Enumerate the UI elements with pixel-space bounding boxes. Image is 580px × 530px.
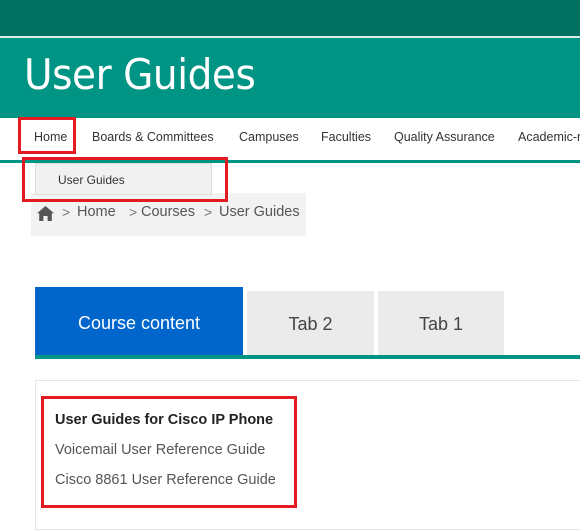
main-nav: Home Boards & Committees Campuses Facult… — [0, 118, 580, 160]
nav-item-campuses[interactable]: Campuses — [239, 130, 299, 144]
page-title: User Guides — [24, 50, 256, 99]
tab-2[interactable]: Tab 2 — [247, 291, 374, 355]
page-header: User Guides — [0, 38, 580, 118]
breadcrumb-separator: > — [204, 204, 213, 220]
highlight-dropdown — [22, 157, 228, 202]
tab-1[interactable]: Tab 1 — [378, 291, 504, 355]
tab-label: Course content — [77, 313, 201, 333]
home-icon[interactable] — [37, 206, 54, 221]
tab-label: Tab 2 — [288, 314, 333, 334]
breadcrumb-separator: > — [129, 204, 138, 220]
tabs-underline — [35, 355, 580, 359]
nav-item-academic[interactable]: Academic-r — [518, 130, 580, 144]
tab-course-content[interactable]: Course content — [35, 287, 243, 355]
top-bar — [0, 0, 580, 36]
tab-label: Tab 1 — [418, 314, 464, 334]
nav-item-quality-assurance[interactable]: Quality Assurance — [394, 130, 495, 144]
highlight-home — [18, 117, 76, 154]
nav-item-faculties[interactable]: Faculties — [321, 130, 371, 144]
breadcrumb-separator: > — [62, 204, 71, 220]
nav-item-boards-committees[interactable]: Boards & Committees — [92, 130, 214, 144]
breadcrumb-user-guides: User Guides — [219, 204, 300, 220]
highlight-content — [41, 396, 297, 508]
breadcrumb-courses[interactable]: Courses — [141, 204, 195, 220]
breadcrumb-home[interactable]: Home — [77, 204, 116, 220]
